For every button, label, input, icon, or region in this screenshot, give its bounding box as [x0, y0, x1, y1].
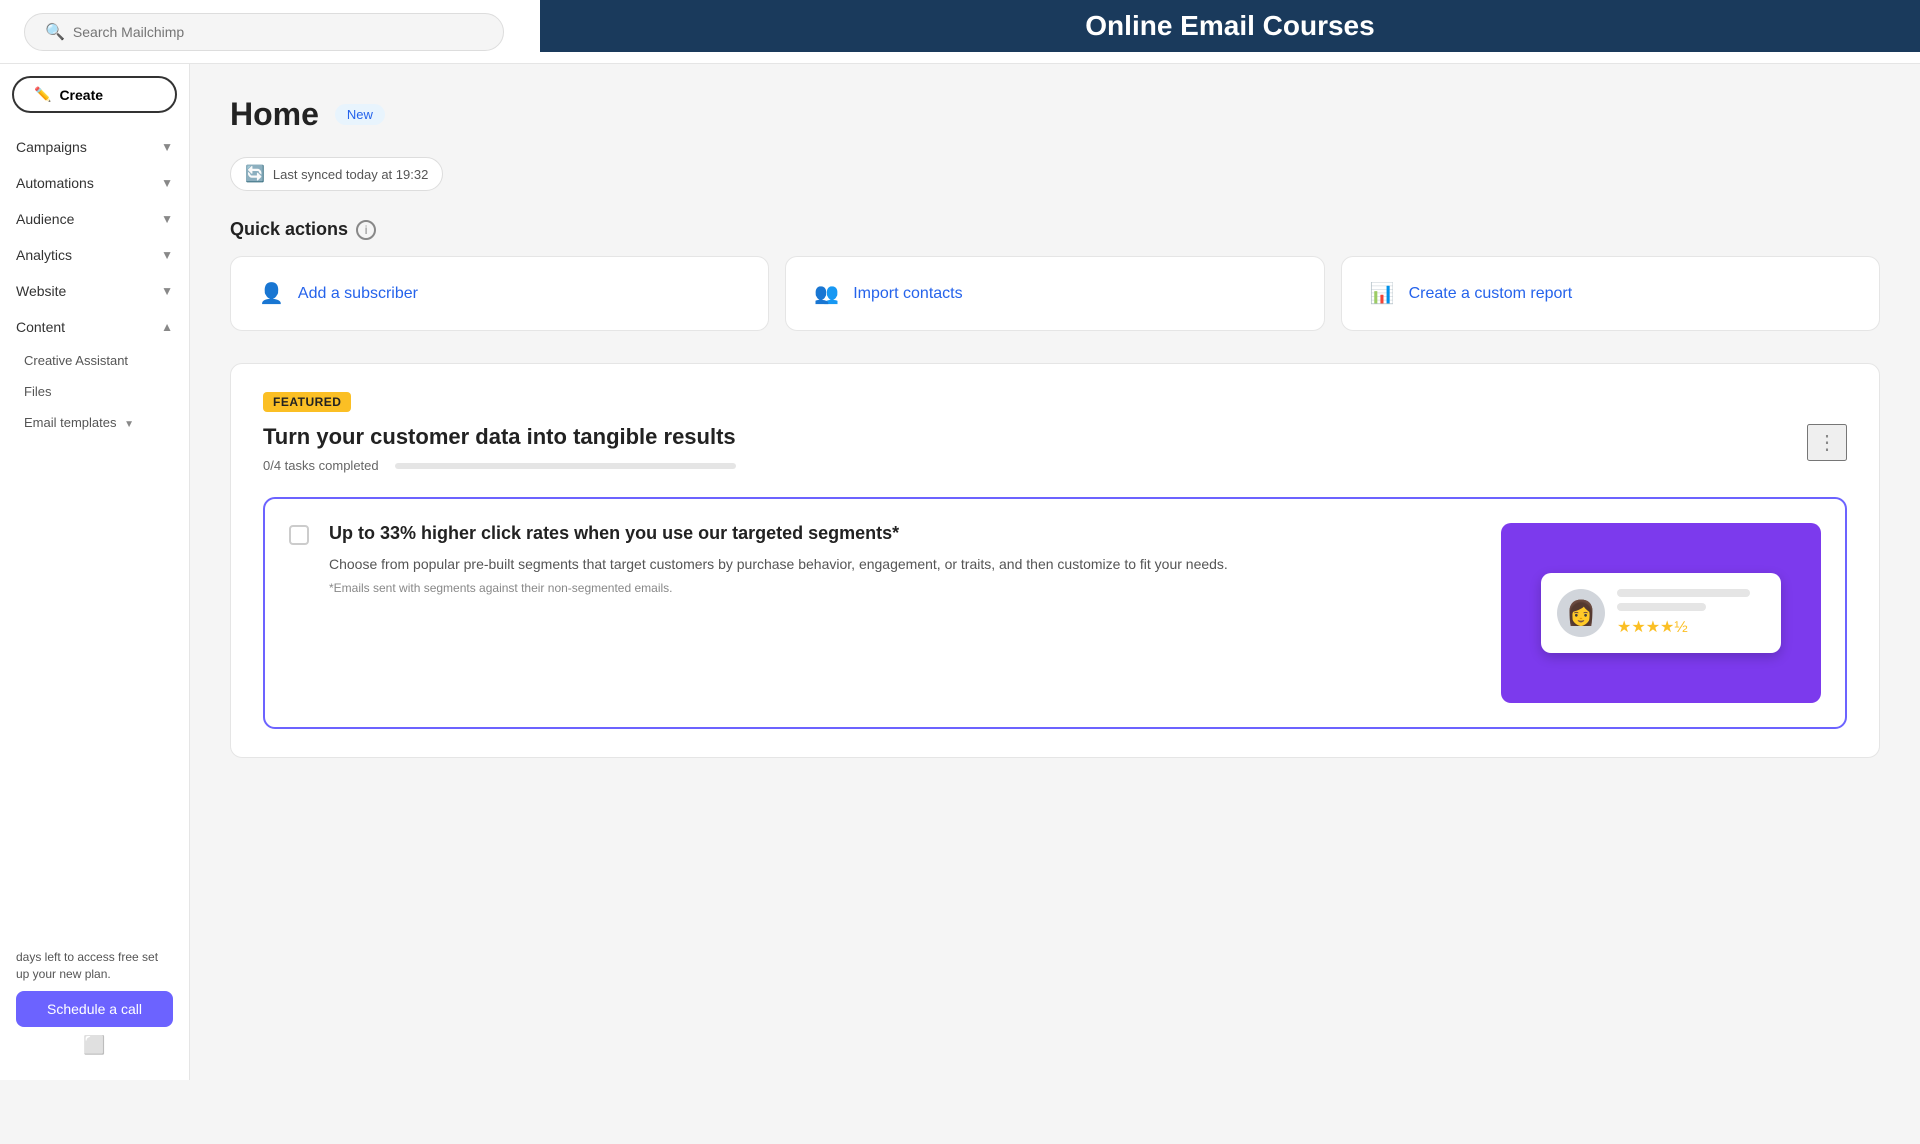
search-input[interactable] [73, 24, 483, 40]
footer-text: days left to access free set up your new… [16, 949, 173, 983]
campaigns-label: Campaigns [16, 139, 87, 155]
featured-content: Turn your customer data into tangible re… [263, 424, 736, 497]
pen-icon: ✏️ [34, 86, 51, 103]
task-description: Choose from popular pre-built segments t… [329, 554, 1481, 575]
create-report-card[interactable]: 📊 Create a custom report [1341, 256, 1880, 331]
tasks-progress: 0/4 tasks completed [263, 458, 736, 473]
task-card: Up to 33% higher click rates when you us… [263, 497, 1847, 729]
sidebar-footer: days left to access free set up your new… [0, 933, 189, 1080]
sidebar-toggle[interactable]: ⬜ [16, 1027, 173, 1064]
search-icon: 🔍 [45, 22, 65, 42]
tasks-text: 0/4 tasks completed [263, 458, 379, 473]
add-subscriber-icon: 👤 [259, 281, 284, 306]
search-container[interactable]: 🔍 [24, 13, 504, 51]
sidebar-item-website[interactable]: Website ▼ [0, 273, 189, 309]
chevron-down-icon: ▼ [161, 284, 173, 298]
audience-label: Audience [16, 211, 74, 227]
sync-icon: 🔄 [245, 164, 265, 184]
create-label: Create [59, 87, 103, 103]
analytics-label: Analytics [16, 247, 72, 263]
star-rating: ★★★★½ [1617, 617, 1765, 637]
chevron-down-icon: ▼ [161, 140, 173, 154]
sidebar: ✏️ Create Campaigns ▼ Automations ▼ Audi… [0, 64, 190, 1080]
import-contacts-card[interactable]: 👥 Import contacts [785, 256, 1324, 331]
quick-actions-header: Quick actions i [230, 219, 1880, 240]
task-checkbox[interactable] [289, 525, 309, 545]
content-label: Content [16, 319, 65, 335]
new-badge: New [335, 104, 385, 125]
import-contacts-label: Import contacts [853, 285, 962, 303]
quick-actions-title: Quick actions [230, 219, 348, 240]
create-report-icon: 📊 [1370, 281, 1395, 306]
progress-bar-container [395, 463, 736, 469]
quick-actions-grid: 👤 Add a subscriber 👥 Import contacts 📊 C… [230, 256, 1880, 331]
featured-label: FEATURED [263, 392, 351, 412]
page-title: Home [230, 96, 319, 133]
sidebar-item-content[interactable]: Content ▲ [0, 309, 189, 345]
sidebar-item-analytics[interactable]: Analytics ▼ [0, 237, 189, 273]
sync-badge: 🔄 Last synced today at 19:32 [230, 157, 443, 191]
chevron-down-icon: ▼ [161, 176, 173, 190]
task-title: Up to 33% higher click rates when you us… [329, 523, 1481, 544]
more-options-button[interactable]: ⋮ [1807, 424, 1847, 461]
featured-header: Turn your customer data into tangible re… [263, 424, 1847, 497]
import-contacts-icon: 👥 [814, 281, 839, 306]
page-header: Home New [230, 96, 1880, 133]
toggle-sidebar-icon[interactable]: ⬜ [83, 1035, 105, 1056]
task-note: *Emails sent with segments against their… [329, 581, 1481, 595]
automations-label: Automations [16, 175, 94, 191]
sync-text: Last synced today at 19:32 [273, 167, 428, 182]
info-icon[interactable]: i [356, 220, 376, 240]
sidebar-item-files[interactable]: Files [0, 376, 189, 407]
task-image: 👩 ★★★★½ [1501, 523, 1821, 703]
featured-title: Turn your customer data into tangible re… [263, 424, 736, 450]
top-bar-left: 🔍 [24, 13, 504, 51]
add-subscriber-label: Add a subscriber [298, 285, 418, 303]
create-report-label: Create a custom report [1409, 285, 1573, 303]
chevron-down-icon: ▼ [124, 419, 134, 430]
sidebar-item-campaigns[interactable]: Campaigns ▼ [0, 129, 189, 165]
avatar: 👩 [1557, 589, 1605, 637]
featured-banner-text: Online Email Courses [1085, 10, 1374, 42]
task-image-card: 👩 ★★★★½ [1541, 573, 1781, 653]
main-content: Home New 🔄 Last synced today at 19:32 Qu… [190, 64, 1920, 1080]
sidebar-item-audience[interactable]: Audience ▼ [0, 201, 189, 237]
task-content: Up to 33% higher click rates when you us… [329, 523, 1481, 595]
card-line-2 [1617, 603, 1706, 611]
chevron-down-icon: ▼ [161, 212, 173, 226]
website-label: Website [16, 283, 66, 299]
featured-banner: Online Email Courses [540, 0, 1920, 52]
sidebar-item-email-templates[interactable]: Email templates ▼ [0, 407, 189, 438]
chevron-up-icon: ▲ [161, 320, 173, 334]
schedule-call-button[interactable]: Schedule a call [16, 991, 173, 1027]
card-lines: ★★★★½ [1617, 589, 1765, 637]
create-button[interactable]: ✏️ Create [12, 76, 177, 113]
add-subscriber-card[interactable]: 👤 Add a subscriber [230, 256, 769, 331]
featured-section: FEATURED Turn your customer data into ta… [230, 363, 1880, 758]
chevron-down-icon: ▼ [161, 248, 173, 262]
card-line-1 [1617, 589, 1750, 597]
sidebar-item-creative-assistant[interactable]: Creative Assistant [0, 345, 189, 376]
sidebar-item-automations[interactable]: Automations ▼ [0, 165, 189, 201]
